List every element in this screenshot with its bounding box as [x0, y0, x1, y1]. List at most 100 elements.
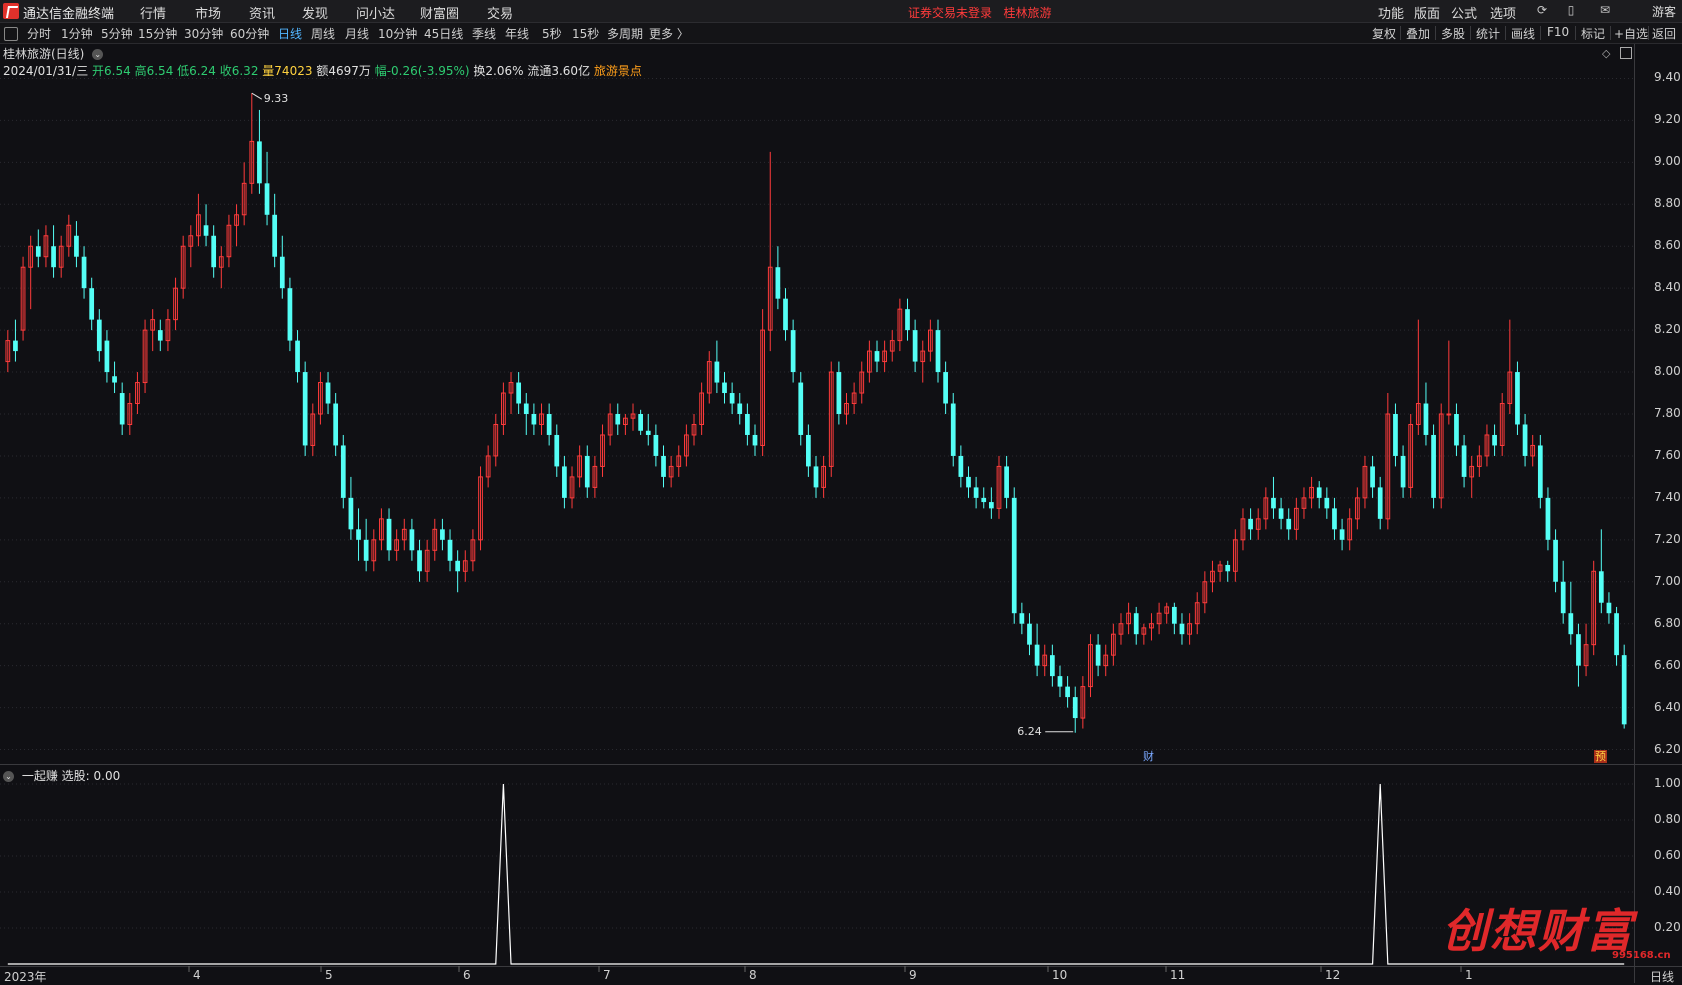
forecast-event-marker[interactable]: 预 — [1594, 750, 1607, 763]
candle-body — [440, 529, 445, 540]
price-tick-label: 9.40 — [1654, 70, 1681, 85]
price-tick-label: 6.80 — [1654, 615, 1681, 630]
candle-body — [35, 246, 41, 257]
candle-body — [1316, 487, 1322, 498]
candle-body — [356, 529, 361, 540]
candle-body — [653, 434, 659, 456]
candle-body — [874, 351, 880, 362]
candle-body — [264, 183, 270, 215]
candle-body — [409, 529, 415, 551]
month-tick-label: 11 — [1170, 968, 1186, 982]
candle-body — [745, 414, 750, 435]
candle-body — [295, 340, 300, 373]
candle-body — [1598, 571, 1604, 603]
candle-body — [798, 382, 804, 435]
indicator-tick-label: 0.60 — [1654, 848, 1681, 862]
candle-body — [1286, 518, 1292, 530]
candle-body — [973, 487, 979, 498]
candle-body — [836, 372, 842, 414]
candle-body — [340, 445, 346, 498]
candle-body — [1072, 697, 1078, 719]
candle-body — [1431, 434, 1436, 498]
candle-body — [348, 497, 354, 530]
candle-body — [386, 518, 392, 551]
candle-body — [1492, 434, 1497, 446]
price-tick-label: 8.40 — [1654, 280, 1681, 295]
candle-body — [905, 309, 910, 331]
candle-body — [1133, 613, 1139, 635]
high-marker-line — [251, 92, 263, 100]
candle-body — [1332, 508, 1337, 530]
month-tick-label: 12 — [1325, 968, 1341, 982]
candle-body — [516, 382, 522, 404]
candle-body — [363, 539, 369, 561]
candle-body — [1377, 487, 1383, 519]
month-tick-label: 10 — [1052, 968, 1068, 982]
month-tick-label: 1 — [1465, 968, 1473, 982]
candle-body — [1278, 508, 1284, 519]
price-tick-label: 6.60 — [1654, 657, 1681, 672]
candle-body — [1537, 445, 1543, 498]
candle-body — [455, 560, 461, 572]
price-tick-label: 7.00 — [1654, 573, 1681, 588]
month-tick-label: 5 — [325, 968, 333, 982]
candle-body — [1179, 623, 1185, 635]
price-tick-label: 8.80 — [1654, 196, 1681, 211]
price-tick-label: 6.40 — [1654, 699, 1681, 714]
candle-body — [1515, 372, 1520, 425]
candle-body — [1576, 634, 1581, 666]
candle-body — [1248, 518, 1253, 530]
month-tick-label: 2023年 — [4, 970, 47, 984]
candle-body — [661, 455, 666, 477]
candle-body — [966, 476, 971, 488]
candle-body — [912, 330, 918, 362]
candle-body — [1034, 644, 1040, 666]
candle-body — [790, 330, 796, 373]
candle-body — [89, 288, 95, 320]
candle-body — [279, 256, 285, 289]
candle-body — [287, 288, 293, 341]
candle-body — [1545, 497, 1551, 540]
month-tick-label: 4 — [193, 968, 201, 982]
month-tick-label: 8 — [749, 968, 757, 982]
candle-body — [1400, 455, 1406, 488]
candle-body — [1019, 613, 1025, 624]
candle-body — [714, 361, 720, 383]
candle-body — [81, 256, 87, 289]
candle-body — [325, 382, 331, 404]
price-tick-label: 9.20 — [1654, 112, 1681, 127]
price-tick-label: 7.40 — [1654, 489, 1681, 504]
kline-chart[interactable] — [0, 0, 1682, 983]
candle-body — [584, 455, 590, 488]
candle-body — [531, 414, 537, 425]
period-label: 日线 — [1650, 970, 1675, 984]
candle-body — [1446, 413, 1452, 416]
candle-body — [1057, 676, 1063, 687]
candle-body — [1393, 414, 1398, 456]
candle-body — [257, 141, 262, 184]
indicator-tick-label: 0.80 — [1654, 812, 1681, 826]
candle-body — [1027, 623, 1032, 645]
candle-body — [1370, 466, 1375, 488]
candle-body — [157, 330, 163, 341]
candle-body — [775, 267, 781, 299]
candle-body — [1621, 655, 1627, 725]
candle-body — [447, 539, 453, 561]
candle-body — [1606, 602, 1612, 614]
watermark-url: 995168.cn — [1612, 950, 1671, 961]
candle-body — [112, 376, 117, 383]
candle-body — [1095, 644, 1101, 666]
month-tick-label: 9 — [909, 968, 917, 982]
candle-body — [1011, 497, 1017, 614]
earnings-event-marker[interactable]: 财 — [1142, 750, 1155, 763]
candle-body — [950, 403, 956, 456]
price-tick-label: 8.00 — [1654, 364, 1681, 379]
candle-body — [74, 235, 79, 257]
indicator-tick-label: 0.40 — [1654, 884, 1681, 898]
price-tick-label: 9.00 — [1654, 154, 1681, 169]
candle-body — [958, 455, 964, 477]
candle-body — [943, 372, 948, 404]
candle-body — [1271, 497, 1276, 509]
watermark-text: 创想财富 — [1442, 904, 1634, 958]
candle-body — [1171, 606, 1177, 624]
